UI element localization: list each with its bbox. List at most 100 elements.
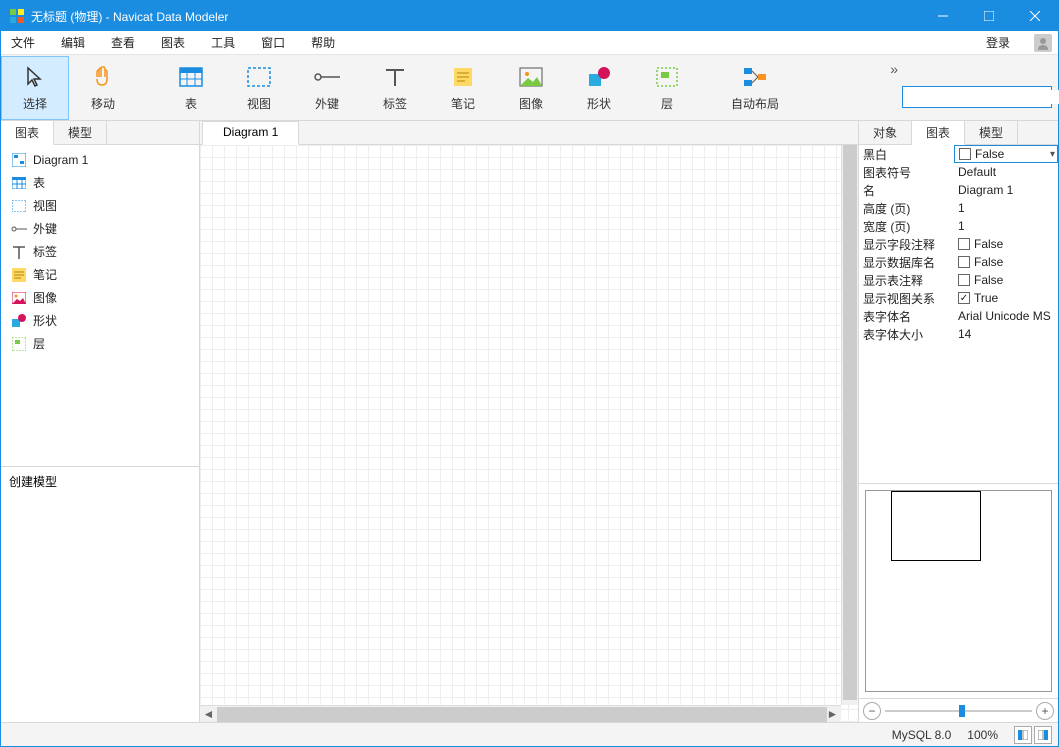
vertical-scrollbar[interactable] [841,145,858,705]
menu-file[interactable]: 文件 [7,32,39,53]
overview-panel [859,483,1058,698]
fk-icon [313,63,341,91]
prop-fieldcomment[interactable]: 显示字段注释False [859,235,1058,253]
zoom-bar: − + [859,698,1058,722]
checkbox-icon[interactable] [958,238,970,250]
view-mode-1[interactable] [1014,726,1032,744]
note-icon [11,267,27,283]
right-tab-object[interactable]: 对象 [859,121,912,144]
avatar-icon[interactable] [1034,34,1052,52]
minimize-button[interactable] [920,1,966,31]
tree-item-shape[interactable]: 形状 [1,309,199,332]
tool-autolayout[interactable]: 自动布局 [721,56,789,120]
tree-item-view[interactable]: 视图 [1,194,199,217]
right-panel: 对象 图表 模型 黑白False▾ 图表符号Default 名Diagram 1… [858,121,1058,722]
tool-view[interactable]: 视图 [225,56,293,120]
tool-shape[interactable]: 形状 [565,56,633,120]
tool-label-label: 标签 [383,95,407,112]
tool-fk-label: 外键 [315,95,339,112]
prop-fontname[interactable]: 表字体名Arial Unicode MS [859,307,1058,325]
horizontal-scrollbar[interactable]: ◄ ► [200,705,841,722]
cursor-icon [21,63,49,91]
tool-fk[interactable]: 外键 [293,56,361,120]
menu-tools[interactable]: 工具 [207,32,239,53]
tool-shape-label: 形状 [587,95,611,112]
search-input[interactable] [907,90,1059,104]
prop-dbname[interactable]: 显示数据库名False [859,253,1058,271]
property-grid: 黑白False▾ 图表符号Default 名Diagram 1 高度 (页)1 … [859,145,1058,343]
zoom-slider[interactable] [885,710,1032,712]
view-mode-2[interactable] [1034,726,1052,744]
tool-label[interactable]: 标签 [361,56,429,120]
maximize-button[interactable] [966,1,1012,31]
search-box[interactable] [902,86,1052,108]
overview-viewport[interactable] [891,491,981,561]
prop-height[interactable]: 高度 (页)1 [859,199,1058,217]
tool-move[interactable]: 移动 [69,56,137,120]
left-bottom-panel: 创建模型 [1,466,199,722]
prop-symbol[interactable]: 图表符号Default [859,163,1058,181]
tree-item-label[interactable]: 标签 [1,240,199,263]
shape-icon [585,63,613,91]
checkbox-icon[interactable] [958,274,970,286]
zoom-out-button[interactable]: − [863,702,881,720]
tree-item-table[interactable]: 表 [1,171,199,194]
table-icon [11,175,27,191]
checkbox-icon[interactable] [958,256,970,268]
tree-item-diagram[interactable]: Diagram 1 [1,149,199,171]
tool-image-label: 图像 [519,95,543,112]
tool-layer-label: 层 [661,95,673,112]
canvas-tab[interactable]: Diagram 1 [202,121,299,145]
prop-viewrel[interactable]: 显示视图关系✓True [859,289,1058,307]
prop-name[interactable]: 名Diagram 1 [859,181,1058,199]
menu-edit[interactable]: 编辑 [57,32,89,53]
tool-note[interactable]: 笔记 [429,56,497,120]
hand-icon [89,63,117,91]
toolbar-overflow-icon[interactable]: » [890,61,898,77]
fk-icon [11,221,27,237]
tool-image[interactable]: 图像 [497,56,565,120]
menu-diagram[interactable]: 图表 [157,32,189,53]
checkbox-icon[interactable]: ✓ [958,292,970,304]
prop-bw[interactable]: 黑白False▾ [859,145,1058,163]
toolbar: 选择 移动 表 视图 外键 标签 笔记 图像 形状 层 自动布局 » [1,55,1058,121]
login-link[interactable]: 登录 [986,34,1010,51]
diagram-icon [11,152,27,168]
right-tab-model[interactable]: 模型 [965,121,1018,144]
tool-move-label: 移动 [91,95,115,112]
menu-window[interactable]: 窗口 [257,32,289,53]
diagram-canvas[interactable] [200,145,858,722]
titlebar: 无标题 (物理) - Navicat Data Modeler [1,1,1058,31]
table-icon [177,63,205,91]
prop-tablecomment[interactable]: 显示表注释False [859,271,1058,289]
tool-view-label: 视图 [247,95,271,112]
tree: Diagram 1 表 视图 外键 标签 笔记 图像 形状 层 [1,145,199,466]
tree-item-image[interactable]: 图像 [1,286,199,309]
tool-table[interactable]: 表 [157,56,225,120]
scroll-left-icon[interactable]: ◄ [200,706,217,723]
left-tab-model[interactable]: 模型 [54,121,107,144]
tree-item-layer[interactable]: 层 [1,332,199,355]
tool-select[interactable]: 选择 [1,56,69,120]
prop-fontsize[interactable]: 表字体大小14 [859,325,1058,343]
status-db: MySQL 8.0 [892,728,952,742]
tool-layer[interactable]: 层 [633,56,701,120]
chevron-down-icon[interactable]: ▾ [1050,149,1055,160]
zoom-in-button[interactable]: + [1036,702,1054,720]
checkbox-icon[interactable] [959,148,971,160]
right-tab-diagram[interactable]: 图表 [912,121,965,145]
label-icon [11,244,27,260]
left-tab-diagram[interactable]: 图表 [1,121,54,145]
app-icon [9,8,25,24]
tree-item-fk[interactable]: 外键 [1,217,199,240]
prop-width[interactable]: 宽度 (页)1 [859,217,1058,235]
center-panel: Diagram 1 ◄ ► [200,121,858,722]
menu-help[interactable]: 帮助 [307,32,339,53]
overview-canvas[interactable] [865,490,1052,692]
autolayout-icon [741,63,769,91]
image-icon [517,63,545,91]
close-button[interactable] [1012,1,1058,31]
tool-select-label: 选择 [23,95,47,112]
menu-view[interactable]: 查看 [107,32,139,53]
tree-item-note[interactable]: 笔记 [1,263,199,286]
